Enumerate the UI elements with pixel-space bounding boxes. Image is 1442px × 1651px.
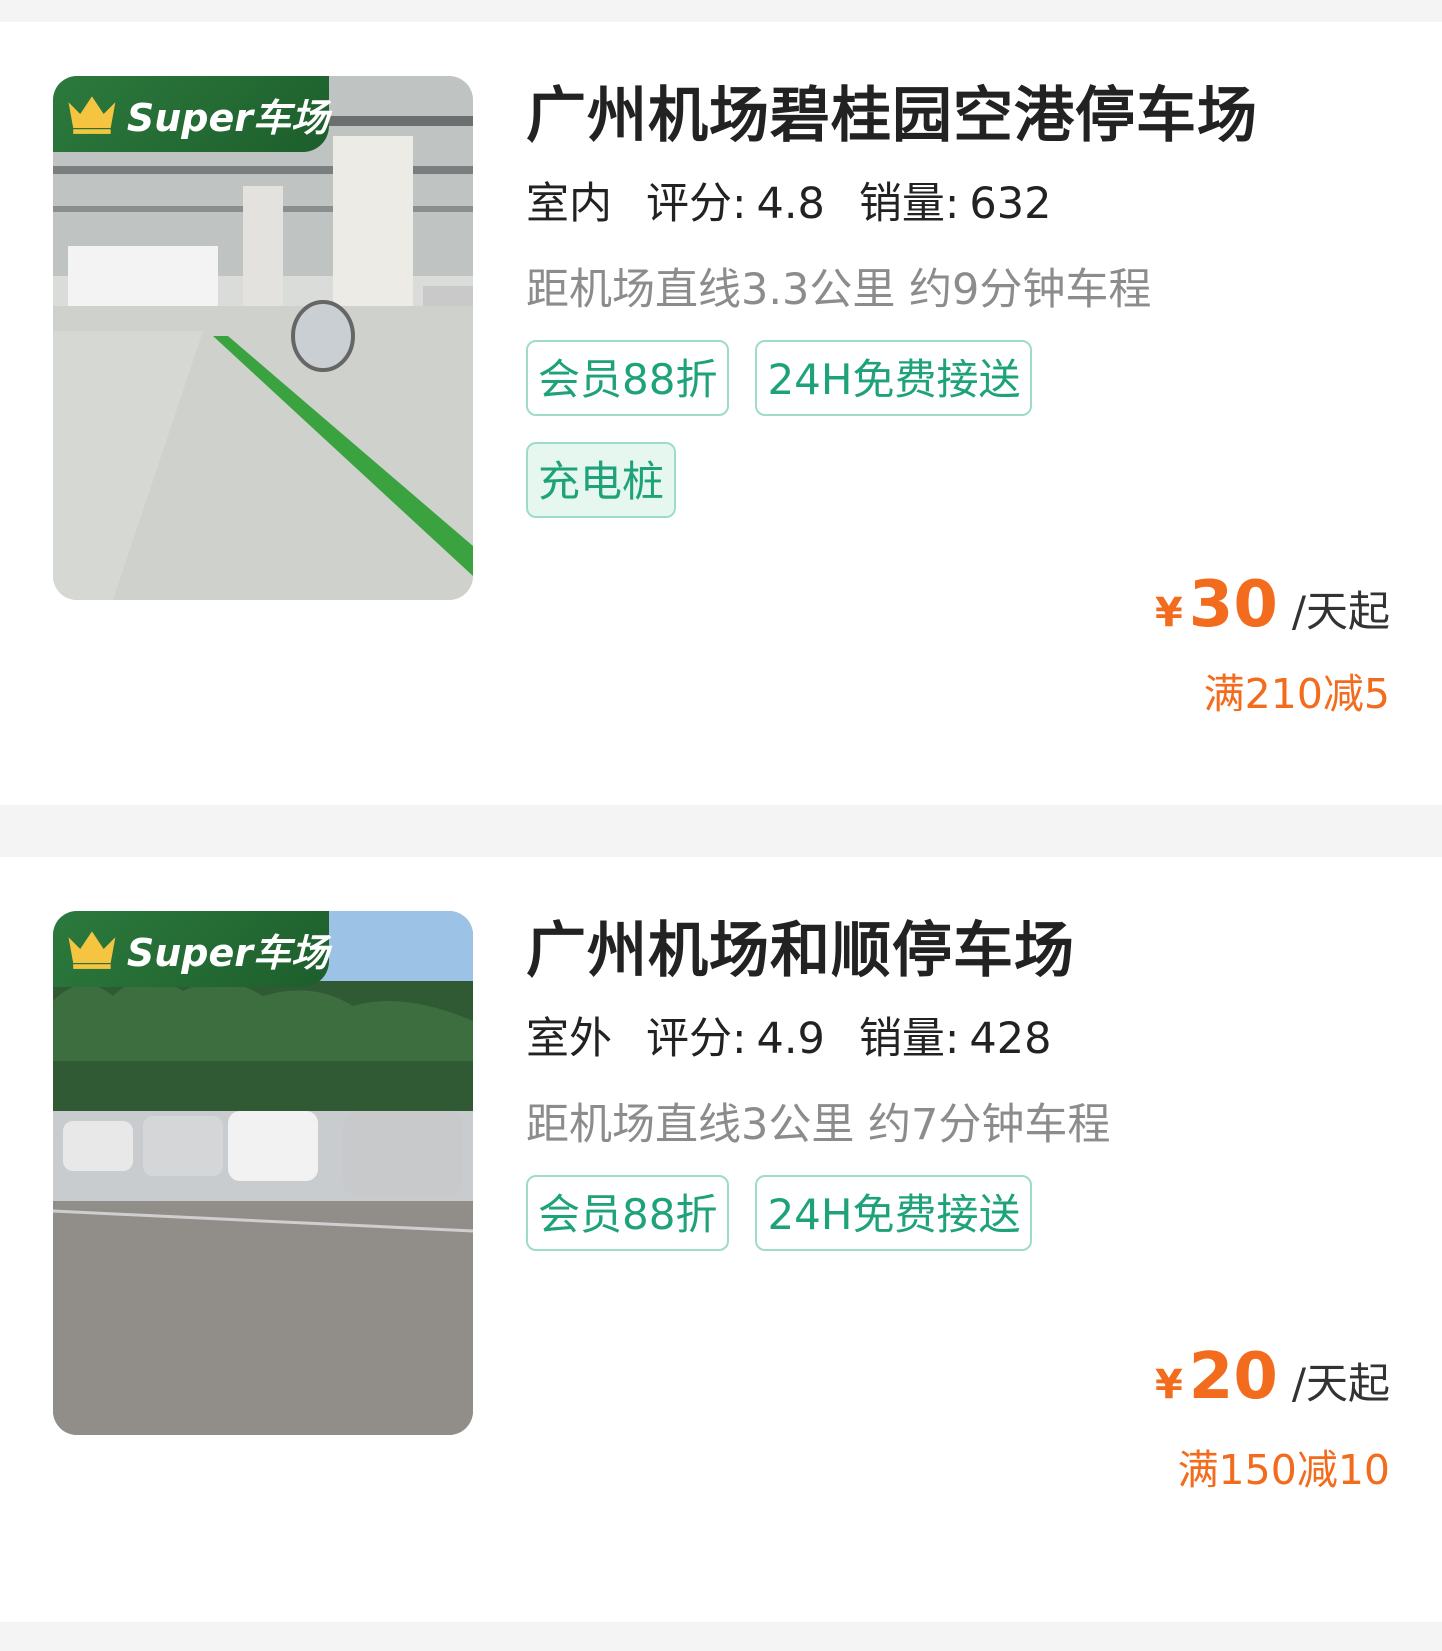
sales-label: 销量: <box>858 179 960 229</box>
super-parking-badge: Super车场 <box>53 76 329 152</box>
parking-lot-photo: Super车场 <box>53 911 473 1435</box>
parking-lot-name[interactable]: 广州机场碧桂园空港停车场 <box>526 76 1396 156</box>
tag-free-shuttle: 24H免费接送 <box>755 1175 1033 1251</box>
rating-value: 4.9 <box>756 1014 825 1064</box>
crown-icon <box>68 931 116 969</box>
rating-label: 评分: <box>646 1014 747 1064</box>
price-amount: 20 <box>1188 1340 1278 1414</box>
parking-lot-card[interactable]: Super车场 广州机场和顺停车场 室外 评分: 4.9 销量: 428 距机场直线3公… <box>0 857 1442 1622</box>
currency-symbol: ¥ <box>1154 1362 1183 1408</box>
tag-charging-station: 充电桩 <box>526 442 677 518</box>
promo-text: 满210减5 <box>1203 670 1390 718</box>
tag-member-discount: 会员88折 <box>526 1175 730 1251</box>
parking-lot-meta: 室外 评分: 4.9 销量: 428 <box>526 1011 1396 1067</box>
parking-lot-info: 广州机场和顺停车场 室外 评分: 4.9 销量: 428 距机场直线3公里 约7分钟车程… <box>526 911 1396 1277</box>
price-block: ¥30/天起 <box>1155 568 1390 642</box>
lot-type-label: 室外 <box>526 1011 616 1067</box>
feature-tags: 会员88折 24H免费接送 <box>526 1175 1066 1277</box>
rating-label: 评分: <box>646 179 747 229</box>
price-amount: 30 <box>1188 568 1278 642</box>
badge-label: Super车场 <box>126 95 329 140</box>
parking-lot-meta: 室内 评分: 4.8 销量: 632 <box>526 176 1396 232</box>
parking-lot-list: Super车场 广州机场碧桂园空港停车场 室内 评分: 4.8 销量: 632 距机场直… <box>0 0 1442 1651</box>
rating-value: 4.8 <box>756 179 825 229</box>
distance-text: 距机场直线3.3公里 约9分钟车程 <box>526 265 1152 315</box>
parking-lot-photo: Super车场 <box>53 76 473 600</box>
parking-lot-info: 广州机场碧桂园空港停车场 室内 评分: 4.8 销量: 632 距机场直线3.3公里 约… <box>526 76 1396 544</box>
price-unit: /天起 <box>1291 587 1390 636</box>
feature-tags: 会员88折 24H免费接送充电桩 <box>526 340 1066 544</box>
distance-text: 距机场直线3公里 约7分钟车程 <box>526 1100 1111 1150</box>
price-unit: /天起 <box>1291 1359 1390 1408</box>
sales-label: 销量: <box>858 1014 960 1064</box>
tag-free-shuttle: 24H免费接送 <box>755 340 1033 416</box>
sales-value: 428 <box>969 1014 1052 1064</box>
lot-type-label: 室内 <box>526 176 616 232</box>
badge-label: Super车场 <box>126 930 329 975</box>
parking-lot-name[interactable]: 广州机场和顺停车场 <box>526 911 1396 991</box>
tag-member-discount: 会员88折 <box>526 340 730 416</box>
sales-value: 632 <box>969 179 1052 229</box>
promo-text: 满150减10 <box>1177 1446 1390 1494</box>
crown-icon <box>68 96 116 134</box>
super-parking-badge: Super车场 <box>53 911 329 987</box>
currency-symbol: ¥ <box>1154 590 1183 636</box>
price-block: ¥20/天起 <box>1155 1340 1390 1414</box>
